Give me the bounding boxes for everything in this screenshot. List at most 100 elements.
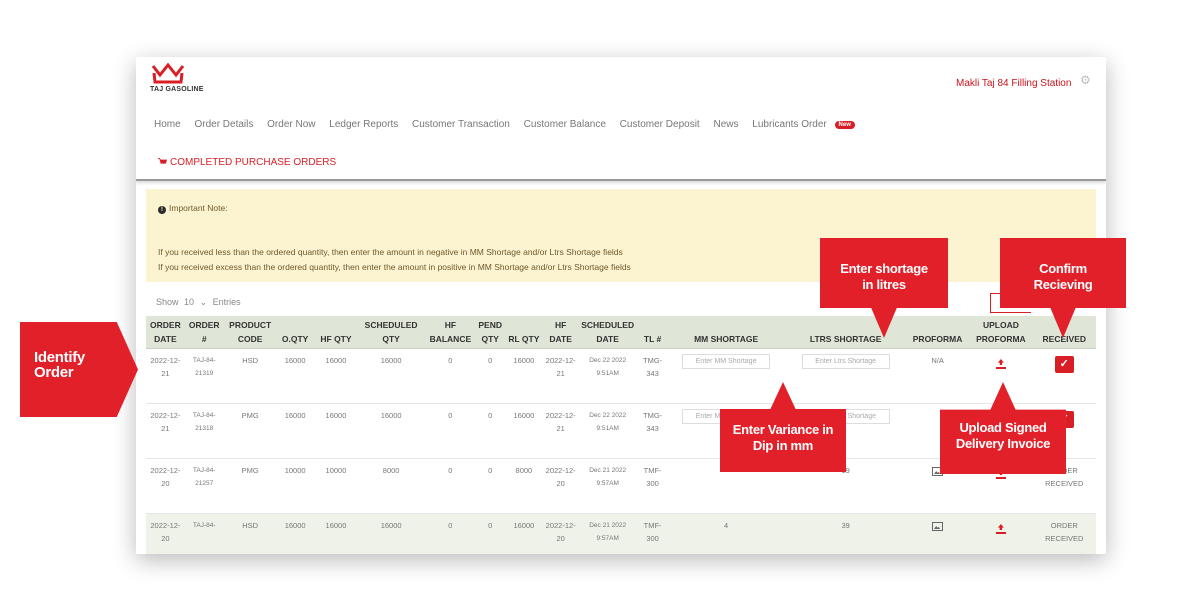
info-icon: ! <box>158 206 166 214</box>
cell-upload <box>969 513 1033 554</box>
cell-rl-qty: 16000 <box>503 403 545 459</box>
cell-hfqty: 10000 <box>313 458 359 514</box>
ltrs-shortage-input[interactable]: Enter Ltrs Shortage <box>801 354 890 369</box>
cell-sched-date: Dec 21 2022 9:57AM <box>577 513 639 554</box>
col-order-no[interactable]: ORDER # <box>184 316 224 349</box>
cell-sched-date: Dec 21 2022 9:57AM <box>577 458 639 514</box>
cell-ltrs-shortage: Enter Ltrs Shortage <box>785 348 906 404</box>
col-pend-qty[interactable]: PEND QTY <box>476 316 504 349</box>
nav-news[interactable]: News <box>713 119 738 130</box>
cell-sched-qty: 16000 <box>358 513 424 554</box>
cell-order-date: 2022-12-20 <box>146 458 185 514</box>
col-mm-shortage[interactable]: MM SHORTAGE <box>666 316 786 349</box>
note-title: Important Note: <box>169 203 228 213</box>
cell-rl-qty: 8000 <box>503 458 545 514</box>
cell-order-no: TAJ-84-21257 <box>184 458 224 514</box>
cell-hfqty: 16000 <box>313 513 359 554</box>
breadcrumb-label: COMPLETED PURCHASE ORDERS <box>170 157 337 168</box>
nav-ledger-reports[interactable]: Ledger Reports <box>329 119 398 130</box>
cell-tl: TMG-343 <box>638 348 667 404</box>
callout-shortage-text: Enter shortage in litres <box>840 261 928 292</box>
col-hfqty[interactable]: HF QTY <box>313 316 359 349</box>
cell-sched-qty: 16000 <box>358 348 424 404</box>
cell-oqty: 16000 <box>276 513 314 554</box>
note-line-1: If you received less than the ordered qu… <box>158 247 623 257</box>
entries-select[interactable]: 10 ⌄ <box>181 297 210 307</box>
nav-home[interactable]: Home <box>154 119 181 130</box>
new-badge: New <box>834 121 855 129</box>
note-title-row: ! Important Note: <box>158 203 228 214</box>
cell-hf-balance: 0 <box>423 458 477 514</box>
cell-tl: TMG-343 <box>638 403 667 459</box>
cell-product: HSD <box>223 513 277 554</box>
cell-oqty: 16000 <box>276 403 314 459</box>
cell-pend-qty: 0 <box>476 403 504 459</box>
cell-pend-qty: 0 <box>476 348 504 404</box>
nav-lubricants-order[interactable]: Lubricants Order <box>752 119 826 130</box>
col-order-date[interactable]: ORDER DATE <box>146 316 185 349</box>
cell-order-no: TAJ-84- <box>184 513 224 554</box>
cell-proforma: N/A <box>905 348 970 404</box>
col-rl-qty[interactable]: RL QTY <box>503 316 545 349</box>
col-scheduled-date[interactable]: SCHEDULED DATE <box>577 316 639 349</box>
cell-product: HSD <box>223 348 277 404</box>
gear-icon[interactable]: ⚙ <box>1080 73 1091 87</box>
app-window: TAJ GASOLINE Makli Taj 84 Filling Statio… <box>136 57 1106 554</box>
cell-product: PMG <box>223 458 277 514</box>
col-hf-balance[interactable]: HF BALANCE <box>423 316 477 349</box>
cell-hf-balance: 0 <box>423 348 477 404</box>
nav-order-details[interactable]: Order Details <box>194 119 253 130</box>
cell-pend-qty: 0 <box>476 513 504 554</box>
col-hf-date[interactable]: HF DATE <box>544 316 578 349</box>
nav-order-now[interactable]: Order Now <box>267 119 315 130</box>
col-scheduled-qty[interactable]: SCHEDULED QTY <box>358 316 424 349</box>
cell-hfqty: 16000 <box>313 348 359 404</box>
main-nav: Home Order Details Order Now Ledger Repo… <box>154 119 855 130</box>
cell-tl: TMF-300 <box>638 513 667 554</box>
cell-hf-date: 2022-12-21 <box>544 348 578 404</box>
cell-hf-date: 2022-12-21 <box>544 403 578 459</box>
show-label: Show <box>156 297 179 307</box>
crown-logo-icon <box>151 63 185 84</box>
cell-sched-qty: 8000 <box>358 458 424 514</box>
app-header: TAJ GASOLINE Makli Taj 84 Filling Statio… <box>136 57 1106 181</box>
cell-received: ORDER RECEIVED <box>1032 513 1096 554</box>
callout-identify-order: Identify Order <box>20 322 138 417</box>
table-row: 2022-12-21 TAJ-84-21319 HSD 16000 16000 … <box>146 348 1096 404</box>
entries-label: Entries <box>212 297 241 307</box>
chevron-down-icon: ⌄ <box>199 297 208 307</box>
table-header-row: ORDER DATE ORDER # PRODUCT CODE O.QTY HF… <box>146 316 1096 349</box>
col-proforma[interactable]: PROFORMA <box>905 316 970 349</box>
station-name[interactable]: Makli Taj 84 Filling Station <box>956 78 1071 89</box>
cell-mm-shortage: Enter MM Shortage <box>666 348 786 404</box>
callout-identify-text: Identify Order <box>34 349 85 381</box>
cell-rl-qty: 16000 <box>503 348 545 404</box>
cell-order-date: 2022-12-21 <box>146 348 185 404</box>
cell-order-date: 2022-12-20 <box>146 513 185 554</box>
upload-icon[interactable] <box>995 524 1006 534</box>
cell-tl: TMF-300 <box>638 458 667 514</box>
cart-icon <box>158 158 167 164</box>
col-oqty[interactable]: O.QTY <box>276 316 314 349</box>
cell-hf-date: 2022-12-20 <box>544 458 578 514</box>
cell-oqty: 10000 <box>276 458 314 514</box>
table-row: 2022-12-20 TAJ-84- HSD 16000 16000 16000… <box>146 513 1096 554</box>
col-tl[interactable]: TL # <box>638 316 667 349</box>
confirm-received-button[interactable]: ✓ <box>1054 356 1074 373</box>
nav-customer-transaction[interactable]: Customer Transaction <box>412 119 510 130</box>
cell-pend-qty: 0 <box>476 458 504 514</box>
cell-order-date: 2022-12-21 <box>146 403 185 459</box>
brand-name: TAJ GASOLINE <box>150 86 204 93</box>
cell-hfqty: 16000 <box>313 403 359 459</box>
mm-shortage-input[interactable]: Enter MM Shortage <box>682 354 771 369</box>
cell-received: ✓ <box>1032 348 1096 404</box>
cell-hf-balance: 0 <box>423 513 477 554</box>
nav-customer-deposit[interactable]: Customer Deposit <box>620 119 700 130</box>
col-upload-proforma[interactable]: UPLOAD PROFORMA <box>969 316 1033 349</box>
image-icon[interactable] <box>932 522 944 531</box>
nav-customer-balance[interactable]: Customer Balance <box>524 119 606 130</box>
upload-icon[interactable] <box>995 359 1006 369</box>
cell-mm-shortage: 4 <box>666 513 786 554</box>
entries-control: Show 10 ⌄ Entries <box>156 297 241 308</box>
col-product-code[interactable]: PRODUCT CODE <box>223 316 277 349</box>
